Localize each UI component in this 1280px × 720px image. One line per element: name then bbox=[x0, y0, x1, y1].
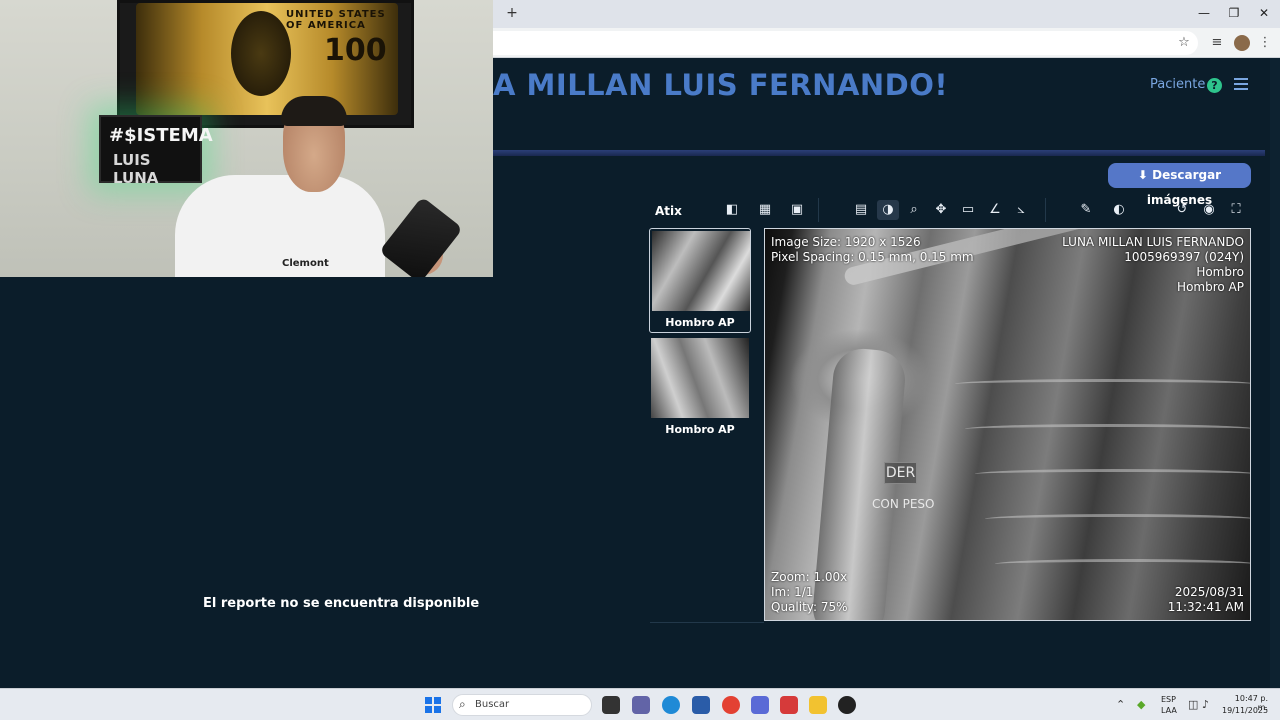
zoom-icon[interactable]: ⌕ bbox=[903, 200, 925, 220]
edge-icon[interactable] bbox=[662, 696, 680, 714]
banknote-number: 100 bbox=[324, 33, 387, 68]
header-divider bbox=[493, 150, 1265, 156]
overlay-body-part: Hombro bbox=[1196, 265, 1244, 279]
overlay-date: 2025/08/31 bbox=[1174, 585, 1244, 599]
overlay-quality: Quality: 75% bbox=[771, 600, 848, 614]
thumbnail-image bbox=[651, 338, 749, 418]
wall-poster: UNITED STATES OF AMERICA 100 bbox=[117, 0, 414, 128]
xray-rib bbox=[985, 514, 1250, 524]
thumbnail-label: Hombro AP bbox=[665, 423, 735, 436]
media-icon[interactable]: ≡ bbox=[1208, 34, 1226, 52]
download-images-button[interactable]: ⬇ Descargar imágenes bbox=[1108, 163, 1251, 207]
banknote-image: UNITED STATES OF AMERICA 100 bbox=[136, 3, 398, 115]
ruler-icon[interactable]: ▭ bbox=[957, 200, 979, 220]
phone-device bbox=[378, 196, 464, 277]
taskbar: ⌕ Buscar ⌃ ◆ ESP LAA ◫ ♪ 10:47 p. m. 19/… bbox=[0, 688, 1280, 720]
xray-rib bbox=[965, 424, 1250, 434]
image-note: CON PESO bbox=[872, 497, 935, 511]
clock-date[interactable]: 19/11/2025 bbox=[1222, 706, 1268, 715]
layout-icon[interactable]: ◧ bbox=[721, 200, 743, 220]
hamburger-menu-icon[interactable] bbox=[1234, 78, 1248, 90]
person-torso bbox=[175, 175, 385, 277]
shirt-print: Clemont bbox=[282, 258, 329, 269]
annotate-icon[interactable]: ✎ bbox=[1075, 200, 1097, 220]
pan-icon[interactable]: ✥ bbox=[930, 200, 952, 220]
page-title: A MILLAN LUIS FERNANDO! bbox=[493, 68, 949, 102]
profile-avatar[interactable] bbox=[1234, 35, 1250, 51]
kebab-menu-icon[interactable]: ⋮ bbox=[1256, 34, 1274, 52]
volume-icon[interactable]: ♪ bbox=[1202, 698, 1209, 711]
windows-start-icon[interactable] bbox=[425, 697, 441, 713]
close-window-button[interactable]: ✕ bbox=[1252, 4, 1276, 22]
star-icon[interactable]: ☆ bbox=[1175, 34, 1193, 52]
screenshot-icon[interactable]: ◉ bbox=[1198, 200, 1220, 220]
search-placeholder: Buscar bbox=[475, 699, 510, 710]
overlay-patient-id: 1005969397 (024Y) bbox=[1124, 250, 1244, 264]
xray-rib bbox=[995, 559, 1250, 569]
app-icon[interactable] bbox=[838, 696, 856, 714]
chevron-up-icon[interactable]: ⌃ bbox=[1116, 698, 1125, 711]
teams-icon[interactable] bbox=[632, 696, 650, 714]
overlay-image-index: Im: 1/1 bbox=[771, 585, 814, 599]
cobb-angle-icon[interactable]: ⦣ bbox=[1010, 200, 1032, 220]
logo-line-2: LUIS LUNA bbox=[113, 151, 159, 187]
viewer-name: Atix bbox=[655, 204, 682, 218]
new-tab-button[interactable]: + bbox=[503, 4, 521, 22]
xray-rib bbox=[975, 469, 1250, 479]
copilot-icon[interactable] bbox=[751, 696, 769, 714]
chrome-icon[interactable] bbox=[722, 696, 740, 714]
overlay-image-size: Image Size: 1920 x 1526 bbox=[771, 235, 921, 249]
thumbnail-series-1[interactable]: Hombro AP bbox=[649, 228, 751, 333]
toolbar-separator bbox=[1045, 198, 1046, 222]
xray-rib bbox=[955, 379, 1250, 389]
person-hair bbox=[281, 96, 347, 126]
thumbnail-image bbox=[652, 231, 750, 311]
panel-divider bbox=[650, 622, 764, 623]
overlay-series: Hombro AP bbox=[1177, 280, 1244, 294]
webcam-overlay: UNITED STATES OF AMERICA 100 #$ISTEMA LU… bbox=[0, 0, 493, 277]
overlay-patient-name: LUNA MILLAN LUIS FERNANDO bbox=[1062, 235, 1244, 249]
thumbnail-series-2[interactable]: Hombro AP bbox=[649, 336, 751, 441]
thumbnail-label: Hombro AP bbox=[665, 316, 735, 329]
overlay-zoom: Zoom: 1.00x bbox=[771, 570, 848, 584]
report-unavailable-message: El reporte no se encuentra disponible bbox=[203, 596, 480, 611]
banknote-portrait bbox=[231, 11, 291, 96]
hd-icon[interactable]: ▣ bbox=[786, 200, 808, 220]
file-explorer-icon[interactable] bbox=[809, 696, 827, 714]
overlay-time: 11:32:41 AM bbox=[1167, 600, 1244, 614]
xray-viewport[interactable]: Image Size: 1920 x 1526 Pixel Spacing: 0… bbox=[764, 228, 1251, 621]
role-label[interactable]: Paciente bbox=[1150, 77, 1205, 92]
minimize-button[interactable]: — bbox=[1192, 4, 1216, 22]
help-icon[interactable]: ? bbox=[1207, 78, 1222, 93]
wps-icon[interactable] bbox=[780, 696, 798, 714]
grid-icon[interactable]: ▦ bbox=[754, 200, 776, 220]
toolbar-separator bbox=[818, 198, 819, 222]
banknote-text: UNITED STATES OF AMERICA bbox=[286, 9, 386, 31]
logo-line-1: #$ISTEMA bbox=[109, 125, 213, 146]
series-icon[interactable]: ▤ bbox=[850, 200, 872, 220]
search-icon: ⌕ bbox=[459, 697, 466, 711]
window-level-icon[interactable]: ◑ bbox=[877, 200, 899, 220]
task-view-icon[interactable] bbox=[602, 696, 620, 714]
taskbar-search-input[interactable]: ⌕ Buscar bbox=[452, 694, 592, 716]
wifi-icon[interactable]: ◫ bbox=[1188, 698, 1198, 711]
invert-icon[interactable]: ◐ bbox=[1108, 200, 1130, 220]
language-indicator[interactable]: ESP bbox=[1161, 695, 1176, 704]
overlay-pixel-spacing: Pixel Spacing: 0.15 mm, 0.15 mm bbox=[771, 250, 974, 264]
network-app-icon[interactable]: ◆ bbox=[1137, 698, 1145, 711]
keyboard-layout[interactable]: LAA bbox=[1161, 706, 1177, 715]
neon-logo-sign: #$ISTEMA LUIS LUNA bbox=[99, 115, 213, 187]
scrollbar[interactable] bbox=[1270, 58, 1280, 688]
store-icon[interactable] bbox=[692, 696, 710, 714]
fullscreen-icon[interactable]: ⛶ bbox=[1225, 200, 1247, 220]
maximize-button[interactable]: ❐ bbox=[1222, 4, 1246, 22]
side-marker: DER bbox=[884, 462, 917, 484]
reset-icon[interactable]: ↺ bbox=[1171, 200, 1193, 220]
angle-icon[interactable]: ∠ bbox=[984, 200, 1006, 220]
